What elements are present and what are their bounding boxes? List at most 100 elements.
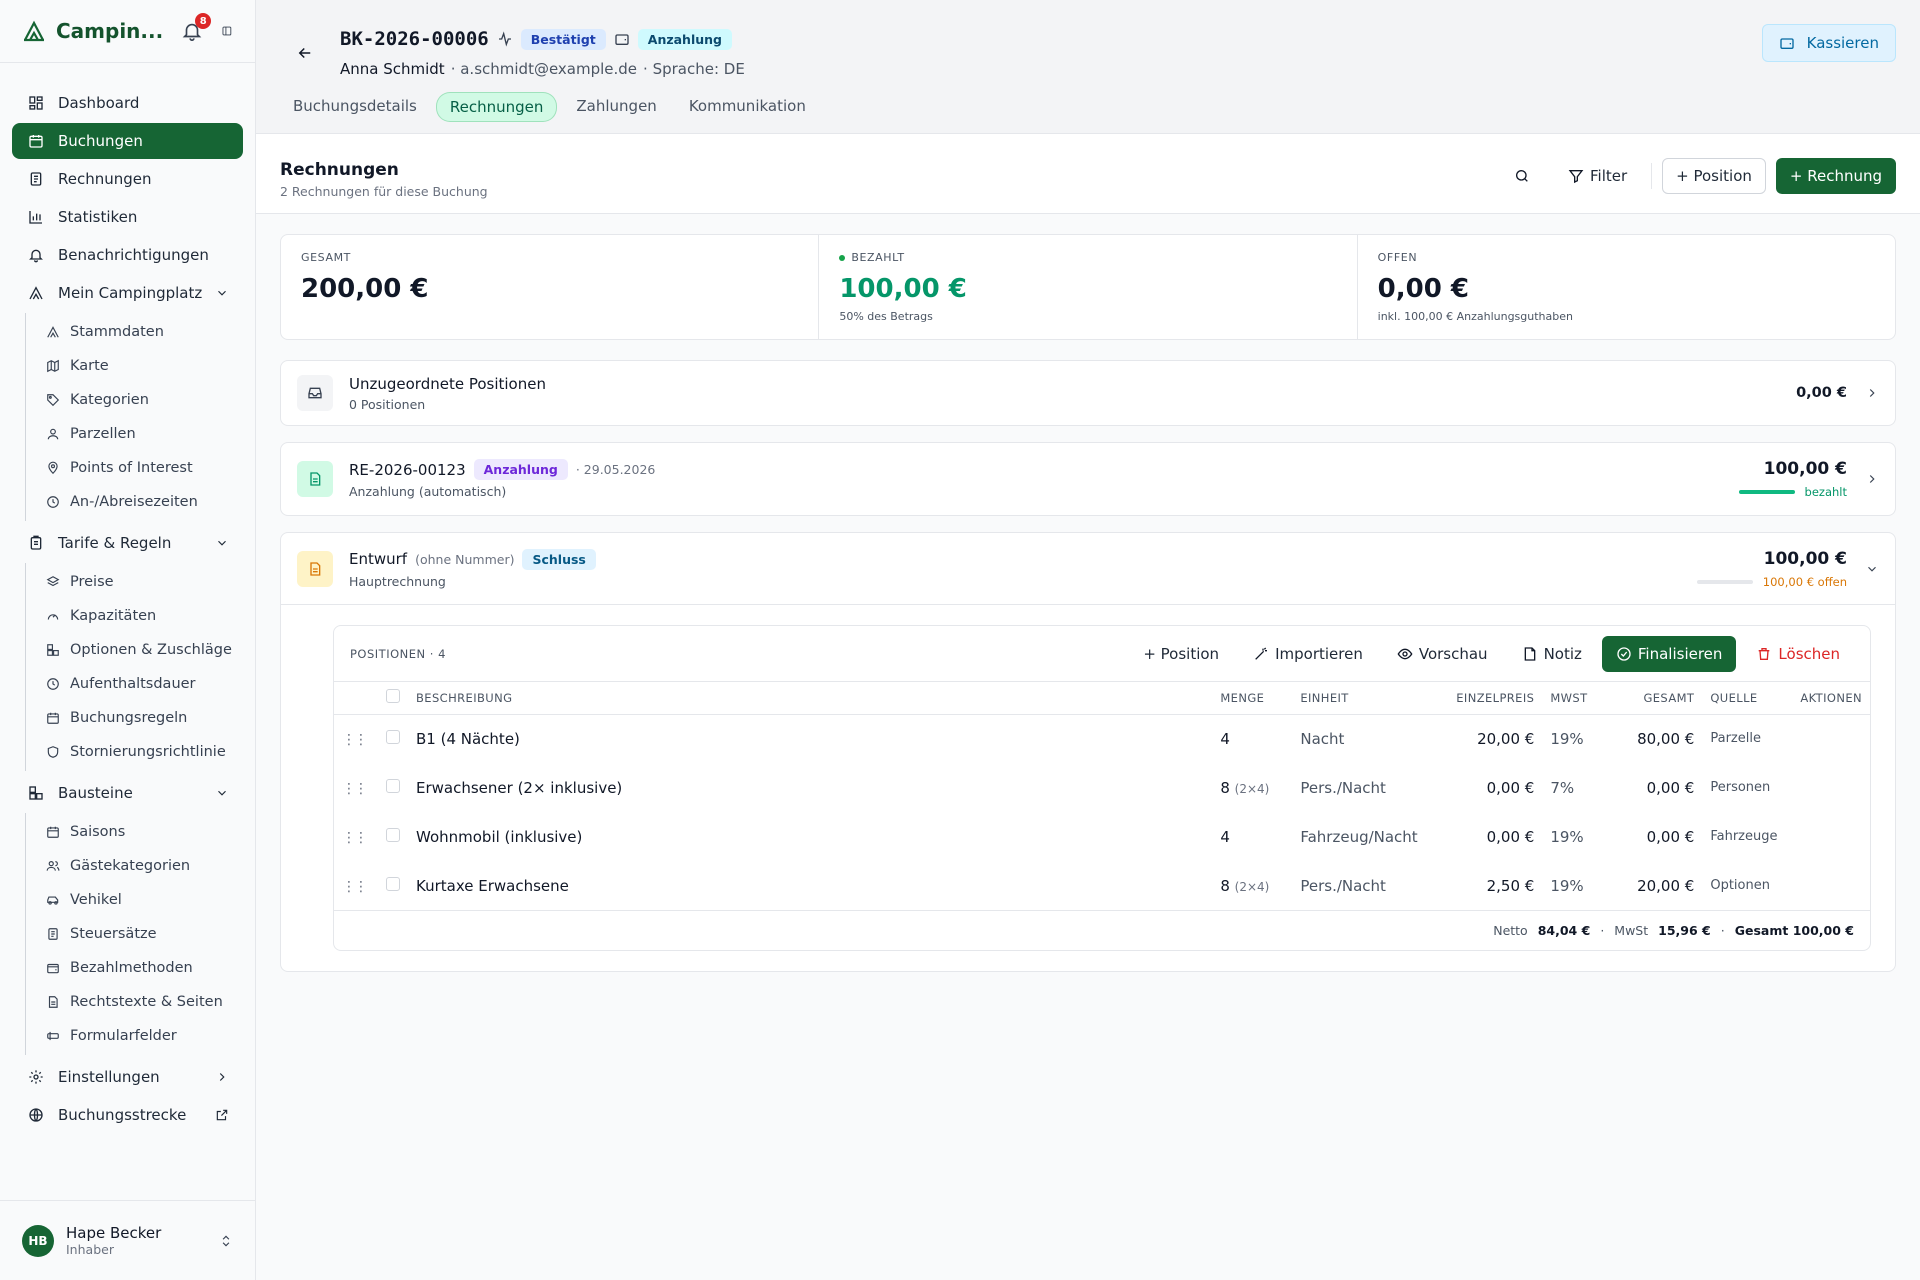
- filter-icon: [1568, 170, 1584, 184]
- cell-quantity: 4: [1212, 714, 1292, 763]
- stat-open: OFFEN 0,00 € inkl. 100,00 € Anzahlungsgu…: [1358, 235, 1895, 339]
- sidebar-item-legal-texts[interactable]: Rechtstexte & Seiten: [38, 985, 243, 1019]
- sidebar-item-arrival-times[interactable]: An-/Abreisezeiten: [38, 485, 243, 519]
- sidebar-item-stay-duration[interactable]: Aufenthaltsdauer: [38, 667, 243, 701]
- row-checkbox[interactable]: [386, 876, 400, 891]
- sidebar-item-settings[interactable]: Einstellungen: [12, 1059, 243, 1095]
- notifications-button[interactable]: 8: [181, 13, 212, 42]
- row-checkbox[interactable]: [386, 778, 400, 793]
- card-amount: 0,00 €: [1796, 385, 1847, 401]
- sidebar-subnav-rates: Preise Kapazitäten Optionen & Zuschläge …: [25, 563, 243, 771]
- sidebar-item-tax-rates[interactable]: Steuersätze: [38, 917, 243, 951]
- sidebar-item-statistics[interactable]: Statistiken: [12, 199, 243, 235]
- sidebar-item-poi[interactable]: Points of Interest: [38, 451, 243, 485]
- search-icon: [1515, 170, 1528, 182]
- sidebar-item-guest-categories[interactable]: Gästekategorien: [38, 849, 243, 883]
- row-checkbox[interactable]: [386, 729, 400, 744]
- drag-handle[interactable]: ⋮⋮: [334, 861, 378, 910]
- select-all-checkbox[interactable]: [386, 689, 400, 704]
- add-position-button[interactable]: + Position: [1662, 158, 1766, 194]
- booking-tabs: Buchungsdetails Rechnungen Zahlungen Kom…: [280, 92, 819, 122]
- drag-handle[interactable]: ⋮⋮: [334, 812, 378, 861]
- customer-email: · a.schmidt@example.de: [450, 60, 638, 78]
- sidebar-item-cancellation[interactable]: Stornierungsrichtlinie: [38, 735, 243, 769]
- cell-source: Parzelle: [1710, 731, 1761, 747]
- sidebar-group-building-blocks[interactable]: Bausteine: [12, 775, 243, 811]
- sidebar-item-pitches[interactable]: Parzellen: [38, 417, 243, 451]
- sidebar-item-categories[interactable]: Kategorien: [38, 383, 243, 417]
- grip-icon: ⋮⋮: [342, 829, 368, 846]
- col-drag: [334, 682, 378, 715]
- status-dot: [839, 254, 846, 261]
- add-invoice-button[interactable]: + Rechnung: [1775, 158, 1896, 194]
- row-checkbox[interactable]: [386, 827, 400, 842]
- cash-button[interactable]: Kassieren: [1761, 24, 1896, 62]
- row-select: [378, 763, 408, 812]
- sidebar-item-notifications[interactable]: Benachrichtigungen: [12, 237, 243, 273]
- tab-communication[interactable]: Kommunikation: [676, 92, 819, 122]
- section-title: Rechnungen: [280, 160, 399, 180]
- gear-icon: [29, 1070, 43, 1084]
- calendar-icon: [47, 826, 59, 838]
- customer-name: Anna Schmidt: [340, 60, 445, 78]
- cell-unit: Nacht: [1300, 729, 1345, 748]
- tab-payments[interactable]: Zahlungen: [563, 92, 669, 122]
- sidebar-group-rates[interactable]: Tarife & Regeln: [12, 525, 243, 561]
- note-button[interactable]: Notiz: [1508, 636, 1596, 672]
- icon-box: [297, 461, 333, 497]
- sidebar-item-map[interactable]: Karte: [38, 349, 243, 383]
- tab-booking-details[interactable]: Buchungsdetails: [280, 92, 430, 122]
- stat-paid: BEZAHLT 100,00 € 50% des Betrags: [819, 235, 1358, 339]
- cell-unit-price: 20,00 €: [1477, 729, 1535, 748]
- activity-icon[interactable]: [497, 31, 513, 47]
- sidebar-item-prices[interactable]: Preise: [38, 565, 243, 599]
- table-row[interactable]: ⋮⋮ B1 (4 Nächte) 4 Nacht 20,00 € 19% 80,…: [334, 714, 1870, 763]
- sidebar-item-label: Rechtstexte & Seiten: [70, 994, 223, 1010]
- cell-actions: [1792, 763, 1870, 812]
- col-unit: EINHEIT: [1292, 682, 1433, 715]
- sidebar-item-form-fields[interactable]: Formularfelder: [38, 1019, 243, 1053]
- sidebar-item-dashboard[interactable]: Dashboard: [12, 85, 243, 121]
- delete-button[interactable]: Löschen: [1742, 636, 1854, 672]
- invoice-card-deposit[interactable]: RE-2026-00123 Anzahlung · 29.05.2026 Anz…: [280, 442, 1896, 516]
- sidebar-item-label: Optionen & Zuschläge: [70, 642, 232, 658]
- sidebar-item-options[interactable]: Optionen & Zuschläge: [38, 633, 243, 667]
- sidebar-item-booking-rules[interactable]: Buchungsregeln: [38, 701, 243, 735]
- sidebar-toggle-icon[interactable]: [221, 21, 233, 41]
- sidebar-item-booking-flow[interactable]: Buchungsstrecke: [12, 1097, 243, 1133]
- stat-label: GESAMT: [301, 251, 351, 264]
- add-position-button[interactable]: + Position: [1129, 636, 1233, 672]
- search-button[interactable]: [1500, 159, 1544, 193]
- finalize-button[interactable]: Finalisieren: [1601, 635, 1737, 672]
- import-button[interactable]: Importieren: [1239, 636, 1377, 672]
- user-menu[interactable]: HB Hape Becker Inhaber: [0, 1200, 255, 1280]
- chevron-down-icon: [218, 290, 226, 296]
- cell-unit-price: 0,00 €: [1486, 778, 1535, 797]
- sidebar-item-invoices[interactable]: Rechnungen: [12, 161, 243, 197]
- document-icon: [48, 996, 58, 1008]
- drag-handle[interactable]: ⋮⋮: [334, 714, 378, 763]
- tab-invoices[interactable]: Rechnungen: [435, 92, 558, 122]
- sidebar-group-campsite[interactable]: Mein Campingplatz: [12, 275, 243, 311]
- sidebar-item-bookings[interactable]: Buchungen: [12, 123, 243, 159]
- table-row[interactable]: ⋮⋮ Erwachsener (2× inklusive) 8 (2×4) Pe…: [334, 763, 1870, 812]
- calendar-icon: [47, 712, 59, 724]
- cell-description: B1 (4 Nächte): [416, 729, 520, 748]
- sidebar-item-master-data[interactable]: Stammdaten: [38, 315, 243, 349]
- card-row[interactable]: Entwurf (ohne Nummer) Schluss Hauptrechn…: [281, 533, 1895, 605]
- filter-button[interactable]: Filter: [1554, 158, 1641, 194]
- sidebar-item-label: Buchungsstrecke: [58, 1106, 187, 1124]
- icon-box: [297, 550, 333, 587]
- sidebar-item-capacities[interactable]: Kapazitäten: [38, 599, 243, 633]
- table-row[interactable]: ⋮⋮ Wohnmobil (inklusive) 4 Fahrzeug/Nach…: [334, 812, 1870, 861]
- customer-info: Anna Schmidt · a.schmidt@example.de · Sp…: [340, 60, 745, 78]
- table-row[interactable]: ⋮⋮ Kurtaxe Erwachsene 8 (2×4) Pers./Nach…: [334, 861, 1870, 910]
- sidebar-item-payment-methods[interactable]: Bezahlmethoden: [38, 951, 243, 985]
- brand[interactable]: Campin...: [22, 19, 163, 43]
- sidebar-item-seasons[interactable]: Saisons: [38, 815, 243, 849]
- back-arrow-icon[interactable]: [296, 44, 314, 62]
- sidebar-item-vehicles[interactable]: Vehikel: [38, 883, 243, 917]
- drag-handle[interactable]: ⋮⋮: [334, 763, 378, 812]
- preview-button[interactable]: Vorschau: [1383, 636, 1502, 672]
- unassigned-positions-card[interactable]: Unzugeordnete Positionen 0 Positionen 0,…: [280, 360, 1896, 426]
